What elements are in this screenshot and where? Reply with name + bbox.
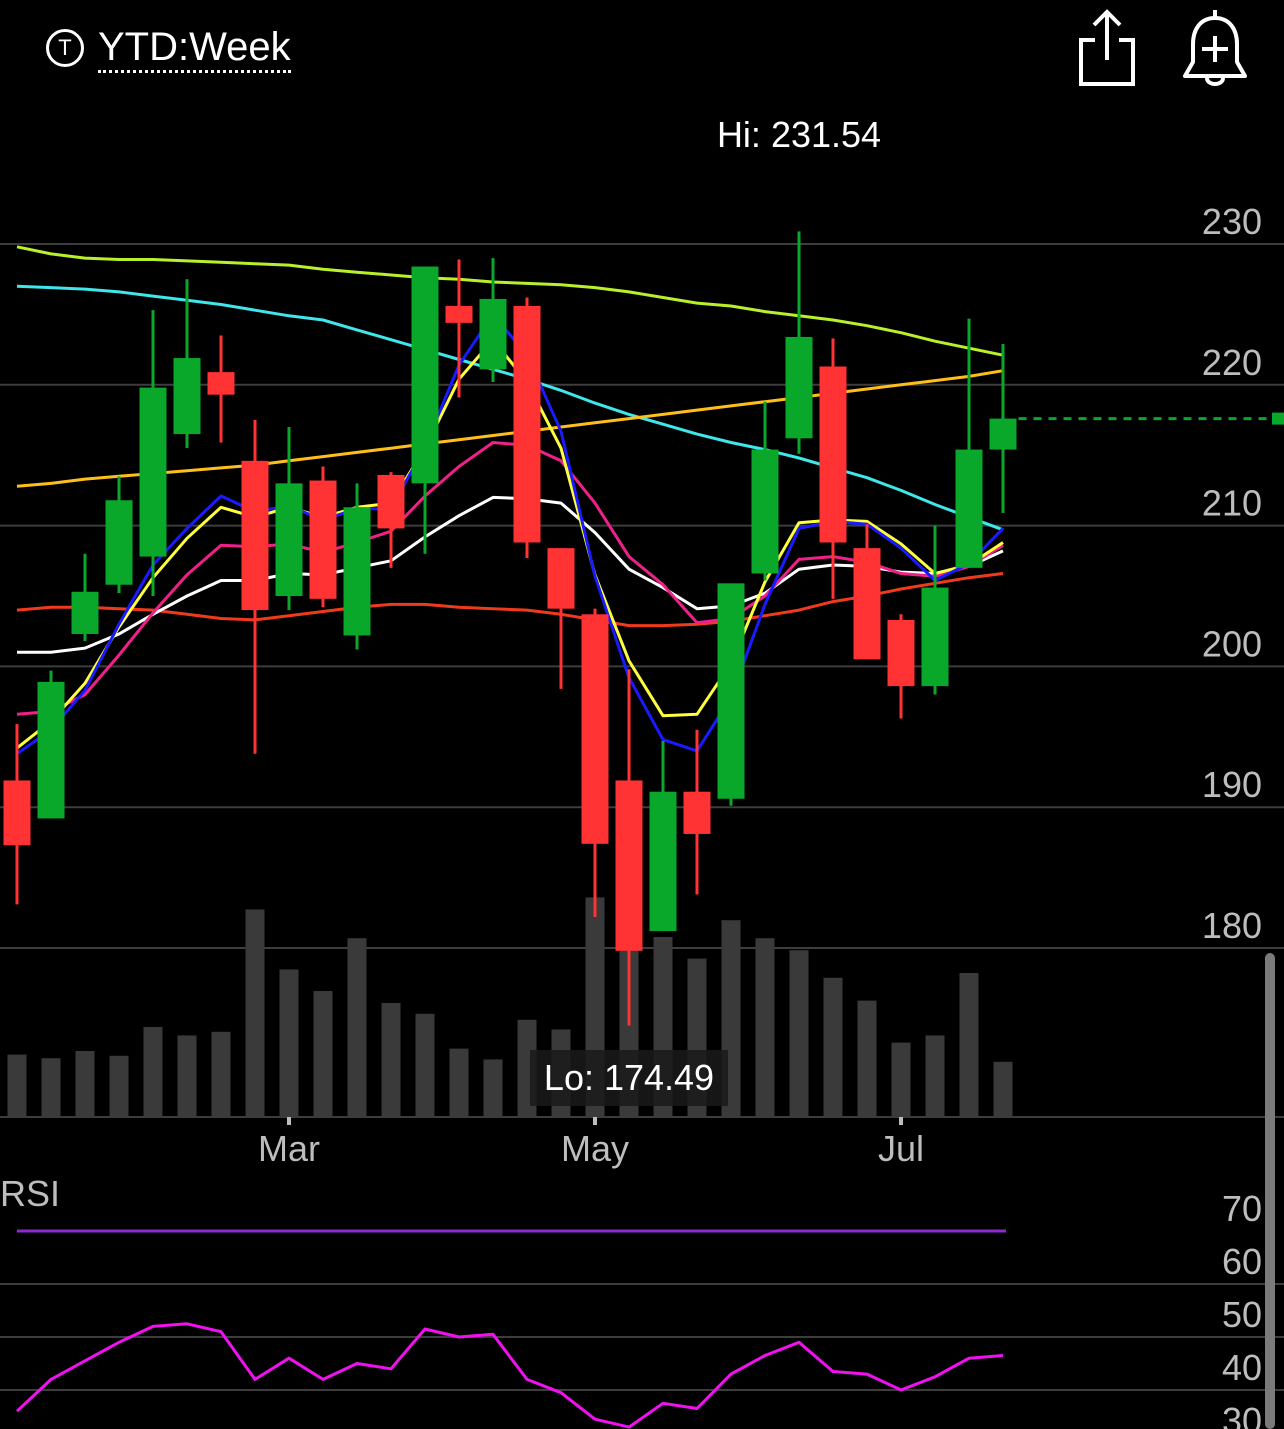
volume-bar: [755, 938, 775, 1117]
volume-bar: [891, 1042, 911, 1117]
low-price-label: Lo: 174.49: [544, 1057, 714, 1098]
volume-bar: [313, 991, 333, 1117]
candle-body: [921, 587, 949, 687]
candle-body: [853, 548, 881, 660]
last-price-marker: [1272, 412, 1284, 425]
candle-body: [275, 483, 303, 596]
candle-body: [581, 614, 609, 844]
hi-lo-labels: Hi: 231.54 Lo: 174.49: [530, 114, 881, 1106]
rsi-tick-label: 30: [1222, 1400, 1262, 1429]
volume-bar: [959, 973, 979, 1117]
vertical-scrollbar[interactable]: [1265, 953, 1275, 1429]
volume-bar: [381, 1003, 401, 1117]
rsi-tick-label: 50: [1222, 1294, 1262, 1335]
candle-body: [513, 305, 541, 543]
volume-bar: [823, 977, 843, 1117]
time-tick-label: Mar: [258, 1128, 320, 1169]
price-tick-label: 200: [1202, 623, 1262, 664]
time-tick-label: Jul: [878, 1128, 924, 1169]
candle-body: [479, 298, 507, 370]
high-price-label: Hi: 231.54: [717, 114, 881, 155]
candle-body: [649, 791, 677, 932]
price-axis: 230 220 210 200 190 180: [1202, 201, 1262, 946]
rsi-title: RSI: [0, 1173, 60, 1214]
volume-bar: [7, 1054, 27, 1117]
candle-body: [615, 780, 643, 951]
rsi-tick-label: 40: [1222, 1347, 1262, 1388]
candle-body: [683, 791, 711, 834]
candle-body: [887, 619, 915, 687]
volume-bar: [75, 1051, 95, 1117]
candle-body: [547, 548, 575, 609]
rsi-line: [15, 1322, 1004, 1429]
candle-body: [173, 358, 201, 435]
candle-body: [105, 500, 133, 585]
candle-body: [751, 449, 779, 574]
candle-body: [445, 305, 473, 323]
candle-body: [989, 418, 1017, 450]
candle-body: [3, 780, 31, 846]
price-chart[interactable]: 230 220 210 200 190 180 Hi: 231.54 Lo: 174.49…: [0, 0, 1284, 1429]
candle-body: [71, 591, 99, 635]
volume-bar: [143, 1027, 163, 1117]
candle-body: [717, 583, 745, 799]
candle-body: [207, 372, 235, 395]
volume-bar: [245, 909, 265, 1117]
candle-body: [37, 681, 65, 819]
volume-bar: [415, 1013, 435, 1117]
volume-bar: [347, 938, 367, 1117]
candle-body: [785, 336, 813, 439]
time-axis: Mar May Jul: [258, 1117, 924, 1169]
candle-body: [343, 507, 371, 636]
volume-bar: [177, 1035, 197, 1117]
volume-bar: [789, 950, 809, 1117]
candle-body: [241, 460, 269, 611]
moving-average-line: [16, 245, 1004, 357]
price-tick-label: 230: [1202, 201, 1262, 242]
volume-bar: [41, 1058, 61, 1117]
volume-bar: [211, 1031, 231, 1117]
price-tick-label: 220: [1202, 342, 1262, 383]
candle-body: [819, 366, 847, 543]
volume-bar: [925, 1035, 945, 1117]
candle-body: [309, 480, 337, 599]
volume-bar: [483, 1059, 503, 1117]
price-tick-label: 180: [1202, 905, 1262, 946]
scrollbar[interactable]: [1265, 953, 1275, 1429]
volume-bar: [857, 1000, 877, 1117]
rsi-tick-label: 60: [1222, 1241, 1262, 1282]
rsi-panel: RSI 70 60 50 40 30: [0, 1173, 1284, 1429]
candle-body: [411, 266, 439, 484]
candle-body: [955, 449, 983, 568]
candle-body: [377, 474, 405, 529]
candle-body: [139, 387, 167, 557]
time-tick-label: May: [561, 1128, 629, 1169]
candlesticks: [3, 231, 1284, 1026]
volume-bar: [279, 969, 299, 1117]
price-tick-label: 210: [1202, 483, 1262, 524]
price-tick-label: 190: [1202, 764, 1262, 805]
volume-bar: [449, 1048, 469, 1117]
volume-bar: [993, 1061, 1013, 1117]
volume-bar: [109, 1055, 129, 1117]
rsi-tick-label: 70: [1222, 1188, 1262, 1229]
volume-bars: [7, 874, 1013, 1117]
